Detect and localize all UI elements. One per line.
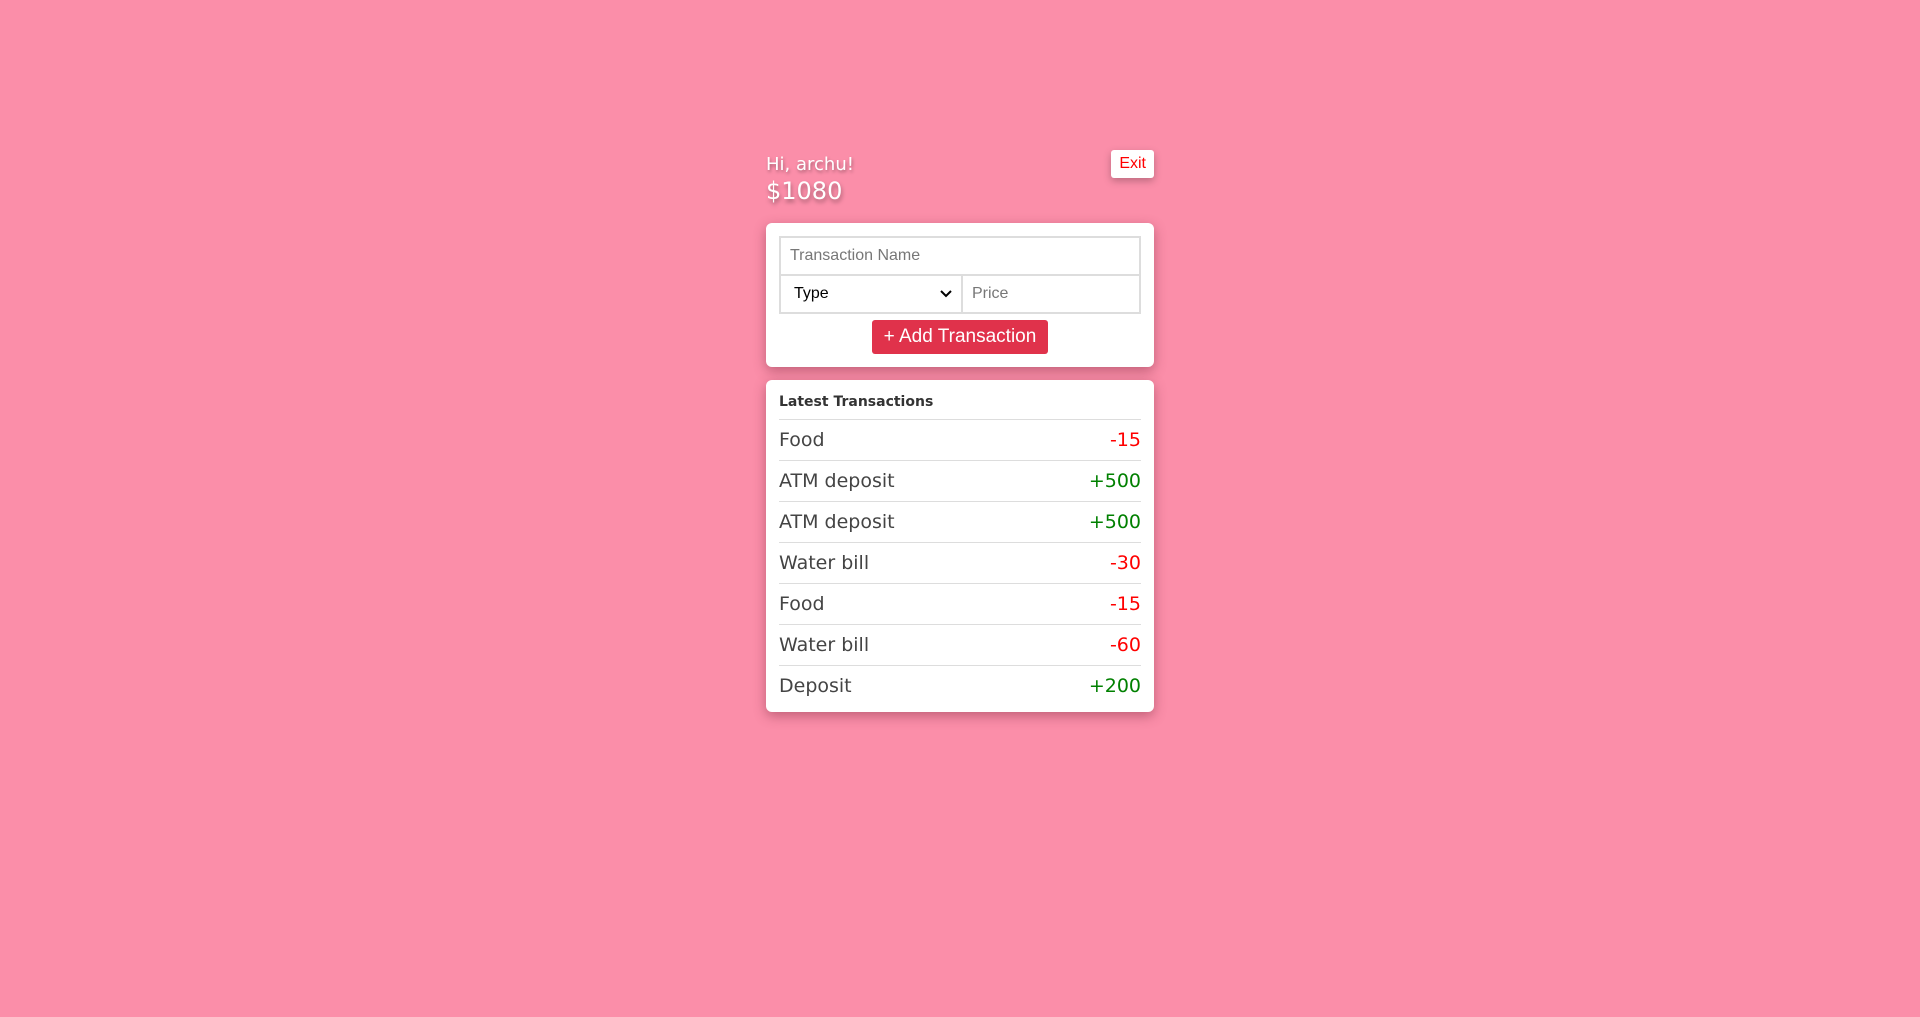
add-transaction-form: Transaction Name Type Price + Add Transa… [766, 223, 1154, 367]
type-select-value: Type [794, 285, 829, 302]
transaction-row: Water bill -30 [779, 543, 1141, 584]
exit-button[interactable]: Exit [1111, 150, 1154, 178]
chevron-down-icon [940, 290, 952, 298]
transaction-name: Food [779, 593, 825, 615]
transaction-row: Deposit +200 [779, 666, 1141, 706]
header: Hi, archu! $1080 Exit [766, 150, 1154, 205]
transaction-row: ATM deposit +500 [779, 461, 1141, 502]
transaction-name: ATM deposit [779, 470, 895, 492]
transaction-amount: +500 [1088, 470, 1141, 492]
latest-transactions: Latest Transactions Food -15 ATM deposit +5… [766, 380, 1154, 712]
transaction-amount: -15 [1109, 593, 1141, 615]
transaction-amount: +200 [1088, 675, 1141, 697]
transaction-amount: -15 [1109, 429, 1141, 451]
type-select[interactable]: Type [779, 274, 963, 314]
transaction-name: Food [779, 429, 825, 451]
transaction-name: Deposit [779, 675, 852, 697]
transaction-name-input[interactable]: Transaction Name [779, 236, 1141, 276]
transaction-row: ATM deposit +500 [779, 502, 1141, 543]
transaction-row: Food -15 [779, 584, 1141, 625]
transaction-amount: -60 [1109, 634, 1141, 656]
transaction-amount: -30 [1109, 552, 1141, 574]
list-title: Latest Transactions [779, 394, 1141, 420]
transaction-name: Water bill [779, 552, 870, 574]
price-input[interactable]: Price [961, 274, 1141, 314]
transaction-name: ATM deposit [779, 511, 895, 533]
greeting: Hi, archu! [766, 154, 854, 175]
transaction-row: Water bill -60 [779, 625, 1141, 666]
transaction-name: Water bill [779, 634, 870, 656]
transaction-row: Food -15 [779, 420, 1141, 461]
transaction-amount: +500 [1088, 511, 1141, 533]
add-transaction-button[interactable]: + Add Transaction [871, 320, 1049, 354]
balance: $1080 [766, 177, 843, 205]
